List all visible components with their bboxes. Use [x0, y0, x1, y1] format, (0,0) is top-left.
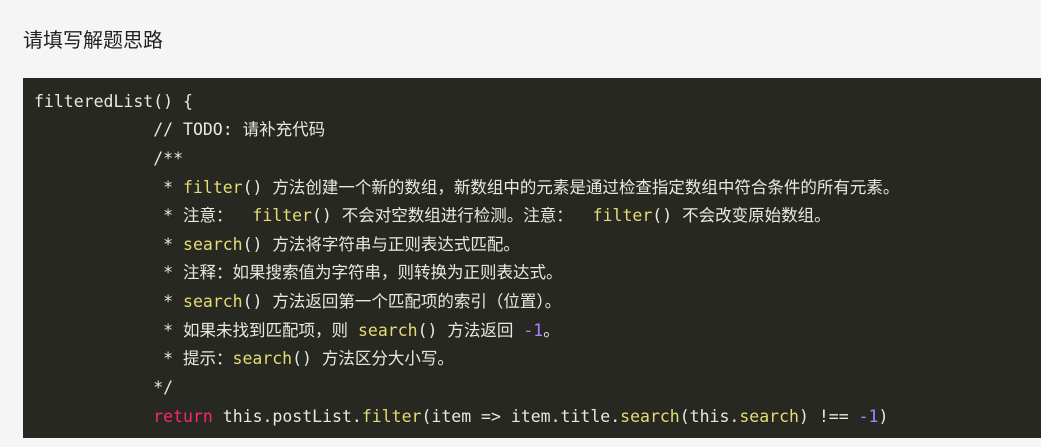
- code-function-name: filter: [361, 407, 422, 426]
- code-line-11: */: [34, 374, 173, 402]
- code-comment: 。: [543, 321, 560, 340]
- code-comment: * 注释：如果搜索值为字符串，则转换为正则表达式。: [34, 263, 563, 282]
- code-comment: *: [34, 292, 184, 311]
- code-number: -1: [523, 321, 544, 340]
- code-comment: () 方法返回第一个匹配项的索引（位置）。: [242, 292, 562, 311]
- code-comment: /**: [34, 149, 184, 168]
- code-line-10: * 提示：search() 方法区分大小写。: [34, 345, 454, 373]
- code-function-name: search: [183, 235, 243, 254]
- code-text: (this.: [679, 407, 740, 426]
- code-line-6: * search() 方法将字符串与正则表达式匹配。: [34, 231, 520, 259]
- code-text: ) !==: [798, 407, 859, 426]
- code-block[interactable]: filteredList() { // TODO: 请补充代码 /** * fi…: [23, 78, 1041, 438]
- code-comment: * 注意：: [34, 206, 253, 225]
- code-function-name: search: [357, 321, 418, 340]
- code-comment: () 方法将字符串与正则表达式匹配。: [242, 235, 520, 254]
- code-comment: // TODO: 请补充代码: [34, 120, 326, 139]
- code-line-1: filteredList() {: [34, 88, 193, 116]
- code-function-name: filter: [183, 178, 243, 197]
- code-text: (item => item.title.: [421, 407, 621, 426]
- code-function-name: search: [620, 407, 680, 426]
- code-comment: () 方法创建一个新的数组，新数组中的元素是通过检查指定数组中符合条件的所有元素…: [242, 178, 900, 197]
- code-line-12: return this.postList.filter(item => item…: [34, 403, 888, 431]
- code-line-4: * filter() 方法创建一个新的数组，新数组中的元素是通过检查指定数组中符…: [34, 174, 899, 202]
- code-comment: () 方法区分大小写。: [292, 349, 454, 368]
- code-text: filteredList() {: [34, 92, 193, 111]
- code-function-name: filter: [252, 206, 312, 225]
- code-comment: () 方法返回: [417, 321, 524, 340]
- code-function-name: search: [739, 407, 799, 426]
- code-text: ): [878, 407, 889, 426]
- code-line-2: // TODO: 请补充代码: [34, 116, 325, 144]
- code-comment: () 不会改变原始数组。: [652, 206, 831, 225]
- code-line-5: * 注意： filter() 不会对空数组进行检测。注意： filter() 不…: [34, 202, 831, 230]
- code-comment: *: [34, 235, 184, 254]
- code-line-8: * search() 方法返回第一个匹配项的索引（位置）。: [34, 288, 561, 316]
- code-line-7: * 注释：如果搜索值为字符串，则转换为正则表达式。: [34, 259, 563, 287]
- code-comment: */: [34, 378, 174, 397]
- code-line-3: /**: [34, 145, 183, 173]
- section-title: 请填写解题思路: [23, 28, 163, 52]
- code-comment: () 不会对空数组进行检测。注意：: [312, 206, 593, 225]
- code-text: this.postList.: [212, 407, 362, 426]
- code-function-name: search: [232, 349, 293, 368]
- code-keyword: return: [153, 407, 213, 426]
- code-function-name: filter: [592, 206, 653, 225]
- code-comment: *: [34, 178, 184, 197]
- solution-panel: 请填写解题思路 filteredList() { // TODO: 请补充代码 …: [0, 0, 1041, 447]
- code-comment: * 提示：: [34, 349, 233, 368]
- code-line-9: * 如果未找到匹配项，则 search() 方法返回 -1。: [34, 317, 560, 345]
- code-number: -1: [858, 407, 879, 426]
- code-comment: * 如果未找到匹配项，则: [34, 321, 358, 340]
- code-function-name: search: [183, 292, 243, 311]
